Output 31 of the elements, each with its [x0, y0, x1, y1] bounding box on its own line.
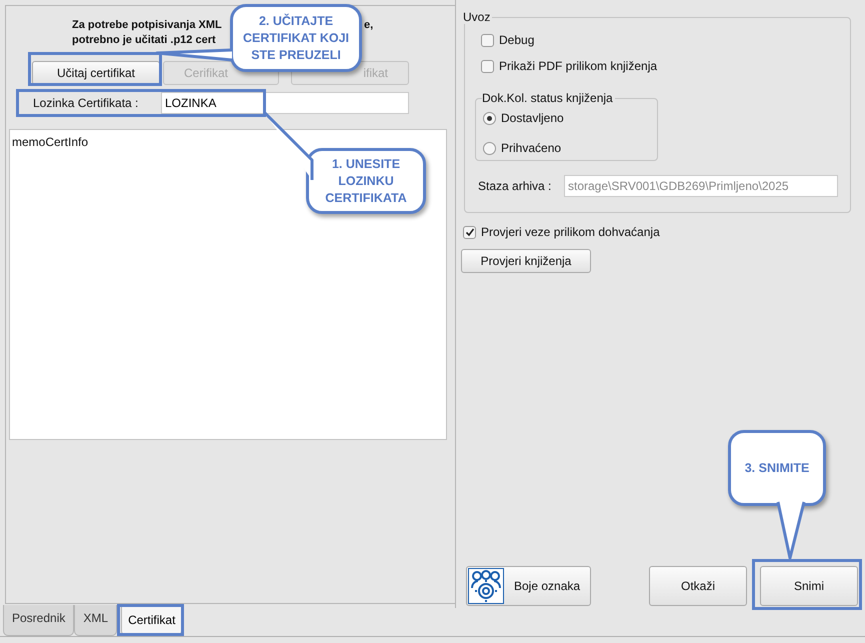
callout-tail — [776, 500, 806, 560]
intro-text: potrebno je učitati .p12 cert — [72, 34, 216, 46]
checkbox-label: Provjeri veze prilikom dohvaćanja — [481, 224, 660, 241]
checkbox[interactable] — [463, 226, 476, 238]
callout-tooltip: 3. SNIMITE — [728, 430, 826, 506]
button[interactable]: Učitaj certifikat — [32, 61, 160, 85]
button[interactable]: Boje oznaka — [466, 566, 591, 606]
tab[interactable]: XML — [74, 605, 118, 636]
checkbox[interactable] — [481, 34, 494, 46]
group-title: Uvoz — [463, 10, 492, 24]
checkbox[interactable] — [481, 60, 494, 72]
checkbox-label: Debug — [499, 32, 534, 49]
callout-tail — [264, 112, 314, 182]
button[interactable]: Snimi — [760, 566, 858, 606]
radio-button[interactable] — [483, 112, 496, 124]
button[interactable]: Otkaži — [649, 566, 747, 606]
checkbox-label: Prikaži PDF prilikom knjiženja — [499, 58, 658, 75]
tab[interactable]: Posrednik — [3, 605, 74, 636]
callout-tooltip: 2. UČITAJTE CERTIFIKAT KOJI STE PREUZELI — [230, 4, 362, 72]
people-gear-icon — [468, 568, 504, 604]
radio-label: Dostavljeno — [501, 110, 564, 127]
radio-label: Prihvaćeno — [501, 140, 562, 157]
intro-text: Za potrebe potpisivanja XML — [72, 19, 222, 31]
radio-button[interactable] — [483, 142, 496, 154]
group-title: Dok.Kol. status knjiženja — [482, 91, 615, 105]
intro-text: e, — [364, 18, 374, 33]
field-label: Staza arhiva : — [478, 178, 552, 195]
password-field[interactable]: LOZINKA — [161, 92, 409, 114]
button[interactable]: Provjeri knjiženja — [461, 249, 591, 273]
highlight-frame — [117, 604, 184, 636]
field-label: Lozinka Certifikata : — [33, 95, 140, 112]
